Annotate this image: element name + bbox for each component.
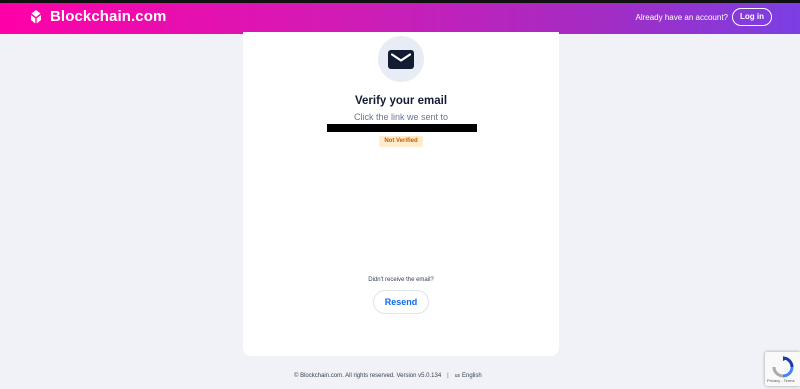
recaptcha-icon: [772, 356, 794, 378]
language-label: English: [462, 373, 482, 379]
blockchain-logo-icon: [31, 9, 41, 23]
footer-separator: |: [447, 373, 449, 379]
resend-button[interactable]: Resend: [373, 290, 429, 314]
language-selector[interactable]: us English: [455, 373, 482, 379]
page-subtitle: Click the link we sent to: [353, 112, 449, 122]
login-button[interactable]: Log in: [732, 8, 772, 26]
top-header: Blockchain.com Already have an account? …: [0, 0, 800, 34]
account-area: Already have an account? Log in: [635, 8, 772, 26]
account-prompt: Already have an account?: [635, 12, 728, 22]
page-title: Verify your email: [354, 95, 448, 107]
recaptcha-terms[interactable]: Privacy - Terms: [767, 378, 794, 383]
resend-prompt: Didn't receive the email?: [368, 277, 434, 283]
page-footer: © Blockchain.com. All rights reserved. V…: [294, 373, 482, 379]
verify-email-card: Verify your email Click the link we sent…: [243, 32, 559, 356]
envelope-icon: [388, 49, 414, 69]
copyright-text: © Blockchain.com. All rights reserved. V…: [294, 373, 442, 379]
brand-name: Blockchain.com: [50, 8, 167, 25]
recaptcha-badge[interactable]: Privacy - Terms: [765, 352, 800, 386]
status-badge: Not Verified: [379, 136, 423, 147]
header-top-border: [0, 0, 800, 3]
redacted-email: [327, 124, 477, 132]
envelope-icon-badge: [378, 36, 424, 82]
brand-logo[interactable]: Blockchain.com: [28, 8, 166, 25]
language-code: us: [454, 373, 461, 379]
